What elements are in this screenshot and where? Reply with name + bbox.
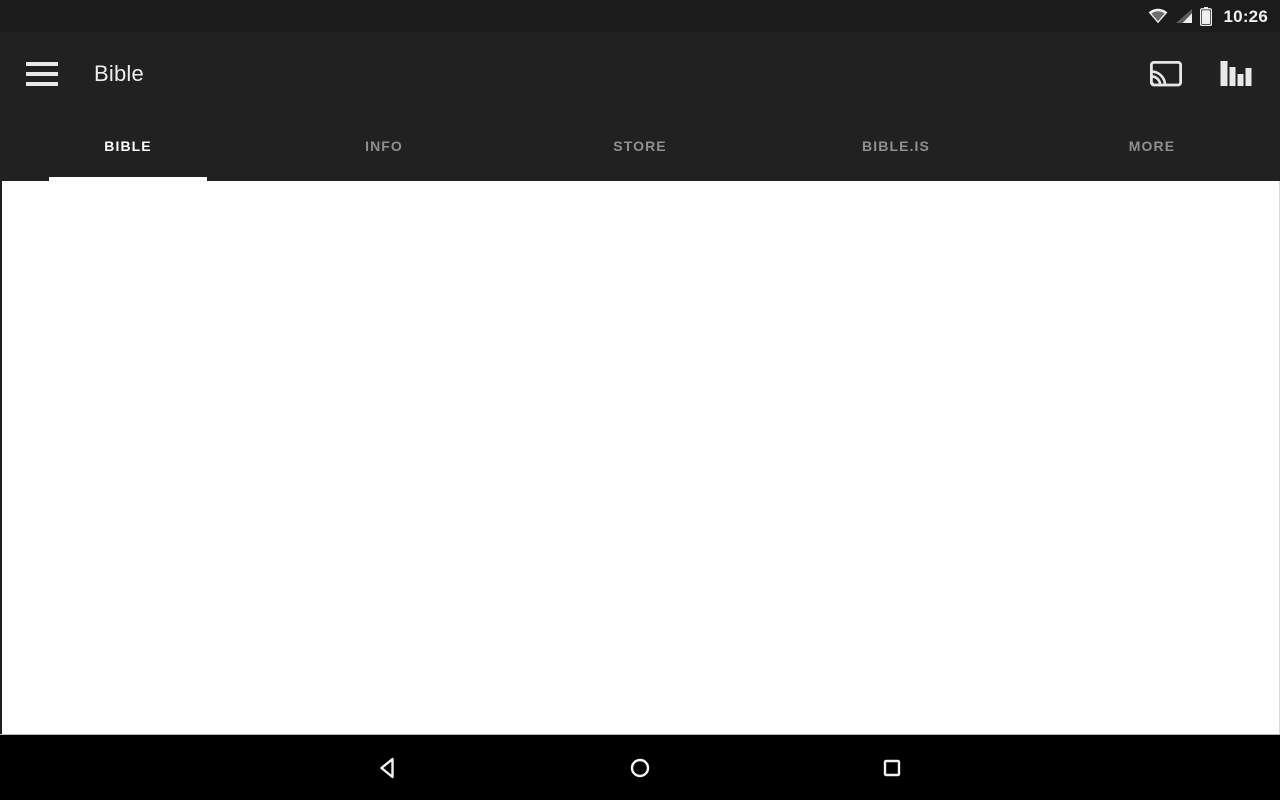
- tab-label: INFO: [365, 137, 403, 154]
- recents-button[interactable]: [856, 740, 928, 796]
- tab-label: BIBLE.IS: [862, 137, 930, 154]
- chart-button[interactable]: [1214, 52, 1258, 96]
- hamburger-line: [26, 82, 58, 86]
- chromecast-icon: [1150, 60, 1182, 86]
- tab-label: MORE: [1128, 137, 1176, 154]
- hamburger-line: [26, 72, 58, 76]
- cellular-signal-icon: [1175, 9, 1192, 23]
- tab-store[interactable]: STORE: [512, 116, 768, 181]
- status-bar-clock: 10:26: [1223, 6, 1268, 26]
- bar-chart-icon: [1220, 61, 1252, 86]
- back-button[interactable]: [352, 740, 424, 796]
- cast-button[interactable]: [1144, 52, 1188, 96]
- android-navigation-bar: [0, 734, 1280, 800]
- tab-info[interactable]: INFO: [256, 116, 512, 181]
- tab-bible-is[interactable]: BIBLE.IS: [768, 116, 1024, 181]
- tab-label: BIBLE: [104, 137, 152, 154]
- battery-icon: [1199, 6, 1212, 26]
- page-title: Bible: [94, 61, 144, 86]
- content-area[interactable]: [0, 181, 1280, 734]
- status-bar-icons: 10:26: [1148, 6, 1268, 26]
- tab-label: STORE: [613, 137, 667, 154]
- action-bar: Bible: [0, 32, 1280, 116]
- hamburger-menu-icon[interactable]: [26, 57, 60, 91]
- circle-home-icon: [630, 758, 650, 777]
- status-bar: 10:26: [0, 0, 1280, 32]
- home-button[interactable]: [604, 740, 676, 796]
- android-screen: 10:26 Bible BIBLE INFO STORE BIBLE.IS MO…: [0, 0, 1280, 800]
- hamburger-line: [26, 62, 58, 66]
- tab-more[interactable]: MORE: [1024, 116, 1280, 181]
- wifi-icon: [1148, 8, 1167, 24]
- square-recents-icon: [883, 759, 901, 776]
- tab-bar: BIBLE INFO STORE BIBLE.IS MORE: [0, 116, 1280, 181]
- tab-bible[interactable]: BIBLE: [0, 116, 256, 181]
- triangle-back-icon: [380, 757, 394, 778]
